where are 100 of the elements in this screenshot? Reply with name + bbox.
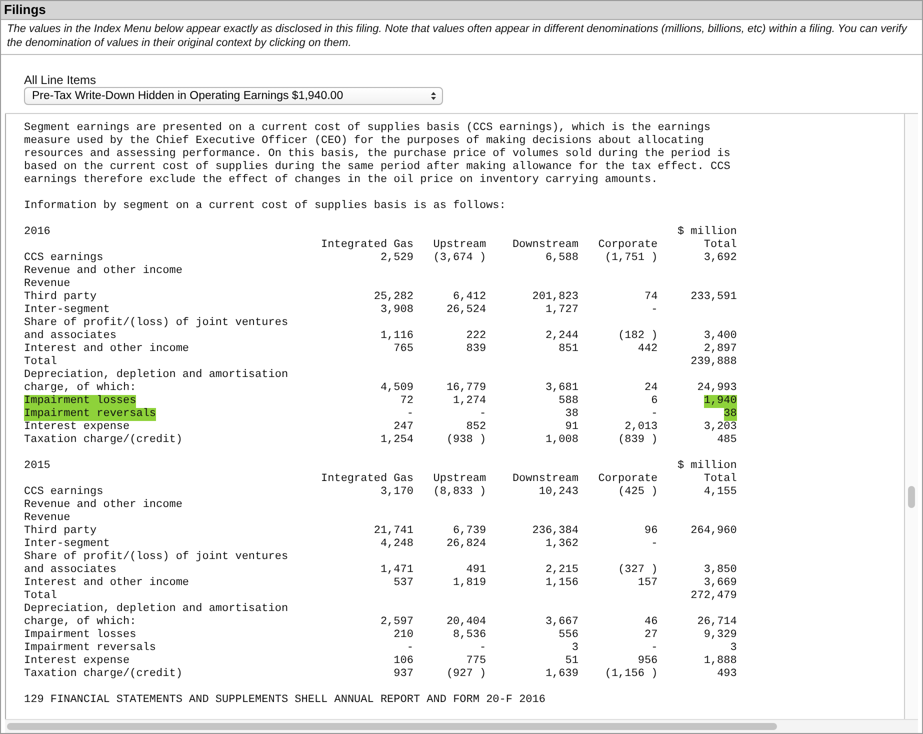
table-cell: - bbox=[406, 408, 414, 421]
chevron-icon bbox=[431, 92, 436, 100]
table-cell: 38 bbox=[565, 408, 578, 421]
panel-note: The values in the Index Menu below appear exactly as disclosed in this filing. Note that values often appear in different denominations (millions, billions, etc) within a filing. You can verify the denomination of values in their original context by clicking on them. bbox=[1, 20, 922, 55]
year-label: 2015 bbox=[24, 460, 50, 473]
table-cell: (1,751 ) bbox=[604, 252, 658, 265]
row-label: Impairment losses bbox=[24, 629, 136, 642]
row-label: Inter-segment bbox=[24, 304, 110, 317]
row-label: Interest expense bbox=[24, 655, 130, 668]
line-item-dropdown[interactable]: Pre-Tax Write-Down Hidden in Operating Earnings $1,940.00 bbox=[24, 87, 443, 105]
table-cell: 1,254 bbox=[380, 434, 414, 447]
column-header: Upstream bbox=[433, 239, 486, 252]
table-cell: 24,993 bbox=[697, 382, 737, 395]
row-label: charge, of which: bbox=[24, 382, 136, 395]
table-cell: 1,156 bbox=[545, 577, 578, 590]
table-cell: 537 bbox=[394, 577, 414, 590]
table-cell: 1,362 bbox=[545, 538, 578, 551]
table-cell: 765 bbox=[394, 343, 414, 356]
table-cell: 851 bbox=[558, 343, 578, 356]
unit-label: $ million bbox=[677, 226, 737, 239]
table-cell: 775 bbox=[466, 655, 486, 668]
table-cell: 25,282 bbox=[374, 291, 414, 304]
document-intro: Information by segment on a current cost of supplies basis is as follows: bbox=[24, 200, 507, 213]
table-cell: 91 bbox=[565, 421, 578, 434]
row-label: Interest and other income bbox=[24, 343, 190, 356]
column-header: Corporate bbox=[598, 473, 658, 486]
table-cell: 222 bbox=[466, 330, 486, 343]
table-cell: 106 bbox=[394, 655, 414, 668]
table-cell: 3,908 bbox=[380, 304, 414, 317]
table-cell: 1,471 bbox=[380, 564, 414, 577]
table-cell: - bbox=[651, 304, 658, 317]
table-cell: 4,248 bbox=[380, 538, 414, 551]
table-cell: 937 bbox=[394, 668, 414, 681]
page-footer: 129 FINANCIAL STATEMENTS AND SUPPLEMENTS SHELL ANNUAL REPORT AND FORM 20-F 2016 bbox=[24, 694, 904, 707]
row-label: Taxation charge/(credit) bbox=[24, 434, 182, 447]
table-cell: 26,824 bbox=[446, 538, 486, 551]
table-cell: 3,681 bbox=[545, 382, 578, 395]
row-label: Revenue and other income bbox=[24, 265, 182, 278]
column-header: Total bbox=[704, 239, 737, 252]
table-cell: 26,524 bbox=[446, 304, 486, 317]
row-label: CCS earnings bbox=[24, 486, 104, 499]
row-label: Interest expense bbox=[24, 421, 130, 434]
table-cell: 1,888 bbox=[704, 655, 737, 668]
table-cell: - bbox=[406, 642, 414, 655]
table-cell: 1,274 bbox=[453, 395, 486, 408]
table-cell: 3 bbox=[572, 642, 578, 655]
row-label: Impairment reversals bbox=[24, 642, 156, 655]
column-header: Upstream bbox=[433, 473, 486, 486]
column-header: Integrated Gas bbox=[321, 239, 414, 252]
row-label: Depreciation, depletion and amortisation bbox=[24, 369, 288, 382]
table-cell: (927 ) bbox=[446, 668, 486, 681]
table-cell: 157 bbox=[638, 577, 658, 590]
table-cell: 74 bbox=[644, 291, 658, 304]
row-label: charge, of which: bbox=[24, 616, 136, 629]
row-label: Revenue and other income bbox=[24, 499, 182, 512]
table-cell: 556 bbox=[558, 629, 578, 642]
table-cell: 6,412 bbox=[453, 291, 486, 304]
table-cell: 24 bbox=[644, 382, 658, 395]
table-cell: 852 bbox=[466, 421, 486, 434]
table-cell: (3,674 ) bbox=[433, 252, 486, 265]
table-cell: 6 bbox=[651, 395, 658, 408]
row-label: Revenue bbox=[24, 512, 70, 525]
row-label: Impairment losses bbox=[24, 395, 136, 408]
table-cell: 3,400 bbox=[704, 330, 737, 343]
table-cell: 442 bbox=[638, 343, 658, 356]
row-label: Share of profit/(loss) of joint ventures bbox=[24, 317, 288, 330]
row-label: CCS earnings bbox=[24, 252, 104, 265]
table-cell: - bbox=[651, 408, 658, 421]
column-header: Corporate bbox=[598, 239, 658, 252]
table-cell: 27 bbox=[644, 629, 658, 642]
column-header: Downstream bbox=[512, 473, 578, 486]
row-label: Revenue bbox=[24, 278, 70, 291]
table-cell: 485 bbox=[717, 434, 737, 447]
table-cell: (425 ) bbox=[618, 486, 658, 499]
table-cell: 72 bbox=[400, 395, 414, 408]
row-label: Impairment reversals bbox=[24, 408, 156, 421]
table-cell: (327 ) bbox=[618, 564, 658, 577]
table-cell: 1,819 bbox=[453, 577, 486, 590]
table-cell: 210 bbox=[394, 629, 414, 642]
table-cell: (182 ) bbox=[618, 330, 658, 343]
table-cell: (938 ) bbox=[446, 434, 486, 447]
table-cell: 6,739 bbox=[453, 525, 486, 538]
column-header: Total bbox=[704, 473, 737, 486]
table-cell: 4,155 bbox=[704, 486, 737, 499]
row-label: and associates bbox=[24, 564, 116, 577]
table-cell: 38 bbox=[724, 408, 737, 421]
table-cell: 3 bbox=[730, 642, 737, 655]
vertical-scrollbar[interactable] bbox=[905, 114, 918, 719]
panel-title: Filings bbox=[1, 1, 922, 20]
table-cell: 2,013 bbox=[624, 421, 658, 434]
table-cell: 1,639 bbox=[545, 668, 578, 681]
table-cell: 1,727 bbox=[545, 304, 578, 317]
table-cell: 46 bbox=[644, 616, 658, 629]
horizontal-scrollbar[interactable] bbox=[5, 719, 918, 733]
table-cell: 2,215 bbox=[545, 564, 578, 577]
table-cell: 239,888 bbox=[690, 356, 737, 369]
table-cell: 4,509 bbox=[380, 382, 414, 395]
selector-label: All Line Items bbox=[24, 73, 98, 87]
table-cell: 588 bbox=[558, 395, 578, 408]
table-cell: 247 bbox=[394, 421, 414, 434]
